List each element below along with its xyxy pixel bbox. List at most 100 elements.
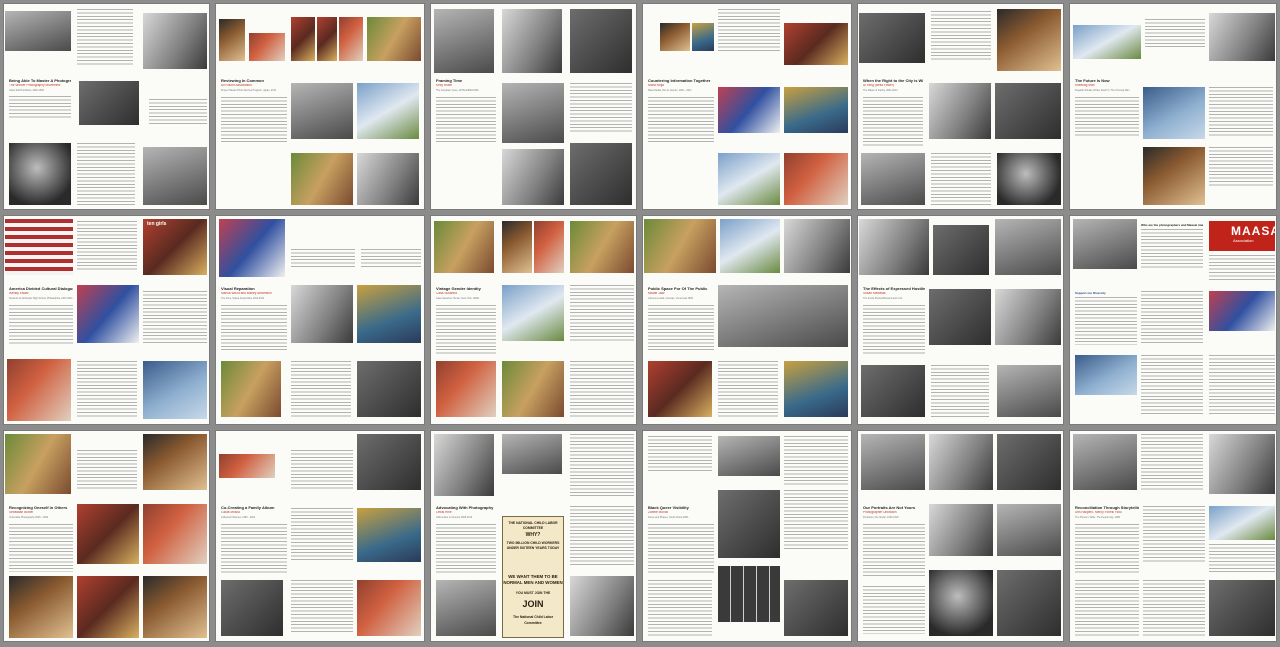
spread-heading: Co-Creating a Family Album [221, 506, 275, 510]
spread-public-space: Public Space For Of The Public Mikael Ja… [642, 215, 852, 425]
spread-right-to-city: When the Right to the City is Withdrawn … [857, 3, 1064, 210]
spread-meta: Mass Media, Rio de Janeiro, 2001 - 2011 [648, 89, 692, 92]
photo-gathering [1075, 355, 1137, 395]
spread-heading: The Effects of Expressed Hostile Victims [863, 287, 925, 291]
spread-family-album: Co-Creating a Family Album Lucas Mosca C… [215, 430, 425, 642]
question-heading: Who are the photographers and Maasai ima… [1141, 223, 1203, 227]
comment-list [1143, 580, 1205, 636]
body-text [1209, 355, 1275, 415]
quote-text [149, 99, 207, 125]
photo-student [143, 361, 207, 419]
exhibition-wall: Being Able To Master A Photographic Cult… [0, 0, 1280, 647]
photo-flag [5, 219, 73, 275]
body-text [1141, 434, 1203, 490]
body-text [77, 450, 137, 490]
spread-meta: Child Labor in America 1908-1912 [436, 516, 473, 519]
body-text [1141, 229, 1203, 269]
photo-people [784, 361, 848, 417]
photo-student [77, 285, 139, 343]
photo-boy [357, 285, 421, 343]
photo-books [249, 33, 285, 61]
photo-elder [1073, 219, 1137, 269]
body-text [863, 97, 923, 147]
body-text [1075, 97, 1139, 137]
poster-line: JOIN [522, 599, 544, 609]
spread-recognizing-oneself: Recognizing Oneself in Others Sebastian … [3, 430, 210, 642]
spread-black-queer: Black Queer Visibility Zanele Muholi Fac… [642, 430, 852, 642]
photo-portrait [784, 580, 848, 636]
maasai-banner: MAASAI Association [1209, 221, 1275, 251]
body-text [436, 524, 496, 574]
photo-portrait [502, 149, 564, 205]
poster-line: TWO MILLION CHILD WORKERS [506, 541, 560, 545]
poster-line: The National Child Labor [512, 615, 554, 619]
body-text [436, 305, 496, 355]
photo-projection [357, 508, 421, 562]
body-text [863, 305, 925, 355]
spread-subheading: Mídia Ninja [648, 84, 664, 87]
body-text [1143, 506, 1205, 562]
poster-line: YOU MUST JOIN THE [515, 591, 551, 595]
photo-sky [1209, 13, 1275, 61]
body-text [221, 97, 287, 143]
body-text [291, 361, 351, 417]
photo-banner [219, 219, 285, 277]
spread-heading: America Divided Cultural Dialogue [9, 287, 73, 291]
photo-screen [357, 434, 421, 490]
poster-line: NORMAL MEN AND WOMEN [503, 580, 563, 585]
maasai-title: MAASAI [1231, 224, 1275, 238]
photo-vintage [502, 361, 564, 417]
photo-mill [436, 580, 496, 636]
body-text [931, 153, 991, 205]
photo-woman [997, 9, 1061, 71]
photo-figure [339, 17, 363, 61]
spread-subheading: Mikael Jazz [648, 292, 665, 295]
body-text [291, 508, 353, 562]
photo-protest [660, 23, 690, 51]
photo-child-worker [434, 434, 494, 496]
spread-heading: Being Able To Master A Photographic Cult… [9, 79, 71, 83]
body-text [570, 506, 634, 566]
photo-children [143, 434, 207, 490]
spread-maasai: Who are the photographers and Maasai ima… [1069, 215, 1277, 425]
body-text [570, 434, 634, 496]
photo-newsboy [570, 576, 634, 636]
body-text [9, 96, 71, 120]
body-text [648, 580, 712, 636]
body-text [1145, 19, 1205, 49]
spread-subheading: Kelly Rubin [436, 84, 453, 87]
photo-room [291, 83, 353, 139]
spread-heading: Framing Time [436, 79, 463, 83]
body-text [784, 436, 848, 486]
body-text [570, 83, 632, 133]
spread-subheading: Uris Nisipero, Mercy Fonelli Fiolo [1075, 511, 1122, 514]
photo-market [644, 219, 716, 273]
photo-mural [718, 153, 780, 205]
body-text [361, 249, 421, 269]
photo-scene [861, 153, 925, 205]
body-text [1075, 580, 1139, 636]
photo-vintage [534, 221, 564, 273]
body-text [648, 436, 712, 472]
body-text [1209, 87, 1273, 137]
photo-grid [718, 566, 780, 622]
spread-subheading: Susan Meiselas [863, 292, 886, 295]
spread-meta: The Zone, Ngiwa Kuela Mare 2012-2014 [221, 297, 265, 300]
photo-sign [784, 153, 848, 205]
body-text [77, 9, 133, 67]
photo-poster [9, 143, 71, 205]
photo-street [434, 9, 494, 73]
spread-reconciliation: Reconciliation Through Storytelling Uris… [1069, 430, 1277, 642]
photo-family [9, 576, 73, 638]
body-text [648, 305, 714, 351]
spread-countering-information: Countering Information Together Mídia Ni… [642, 3, 852, 210]
photo-family [77, 576, 139, 638]
spread-heading: Advocating With Photography [436, 506, 494, 510]
poster-line: COMMITTEE [522, 526, 544, 530]
photo-sign [997, 153, 1061, 205]
photo-workers [143, 147, 207, 205]
photo-document [221, 361, 281, 417]
poster-line: UNDER SIXTEEN YEARS TODAY [506, 546, 560, 550]
body-text [436, 97, 496, 143]
spread-meta: The Matter of Family, 2001-2014 [863, 89, 898, 92]
